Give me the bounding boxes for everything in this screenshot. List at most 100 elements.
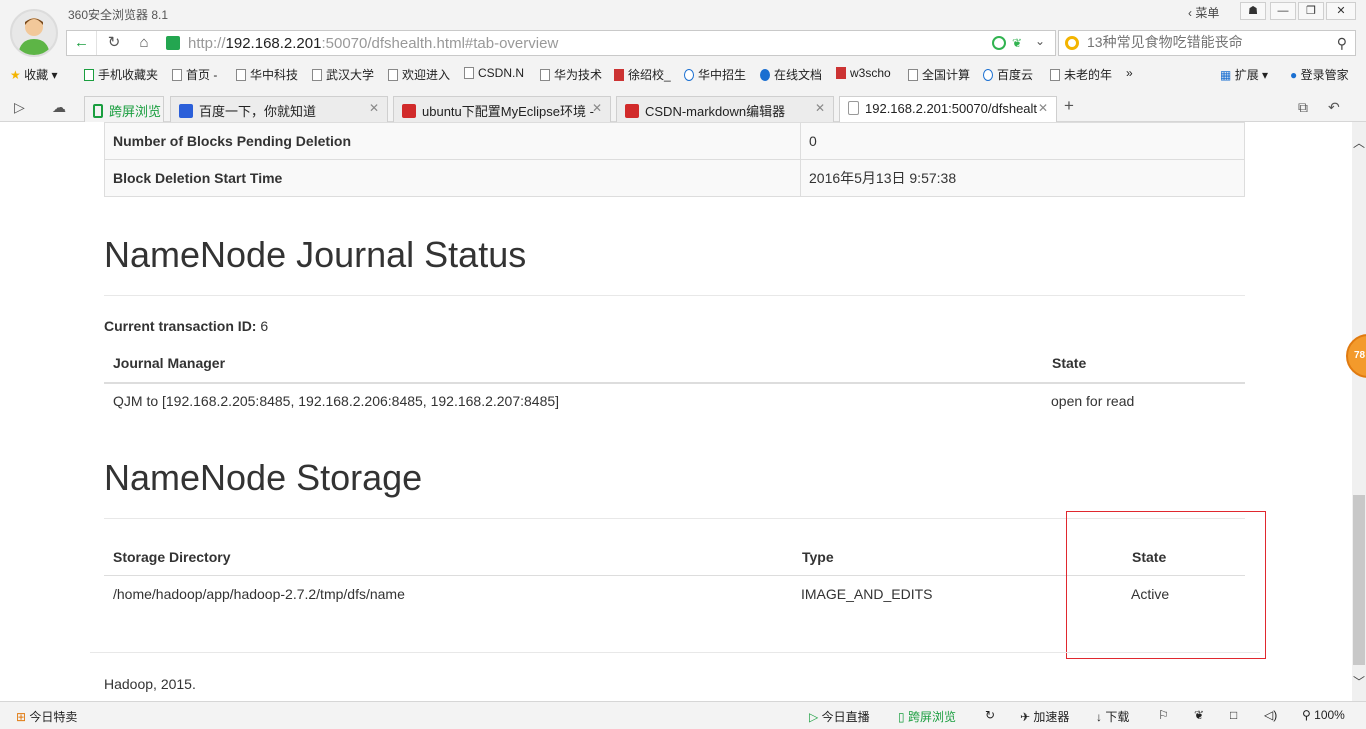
leaf-icon[interactable]: ❦	[1012, 36, 1026, 50]
shield-icon	[166, 36, 180, 50]
blocks-table-wrap: Number of Blocks Pending Deletion 0 Bloc…	[104, 122, 1245, 197]
close-tab-icon[interactable]: ✕	[369, 101, 379, 115]
bookmark-hust-tech[interactable]: 华中科技	[236, 66, 298, 83]
recycle-icon[interactable]	[992, 36, 1006, 50]
storage-type-header: Type	[802, 549, 834, 565]
bookmark-whu[interactable]: 武汉大学	[312, 66, 374, 83]
close-window-button[interactable]: ✕	[1326, 2, 1356, 20]
bookmark-baidu-cloud[interactable]: 百度云	[983, 66, 1033, 83]
phone-icon: ▯	[898, 710, 905, 724]
tab-csdn-markdown[interactable]: CSDN-markdown编辑器 ✕	[616, 96, 834, 122]
bookmark-home[interactable]: 首页 -	[172, 66, 217, 83]
storage-directory-header: Storage Directory	[113, 549, 231, 565]
bookmark-w3school[interactable]: w3scho	[836, 66, 891, 80]
table-row: Block Deletion Start Time 2016年5月13日 9:5…	[104, 159, 1245, 197]
table-header-divider	[104, 382, 1245, 384]
maximize-button[interactable]: ❐	[1298, 2, 1324, 20]
zoom-icon: ⚲	[1302, 708, 1311, 722]
home-icon[interactable]: ⌂	[129, 31, 159, 55]
page-icon	[848, 101, 859, 115]
browser-chrome: 360安全浏览器 8.1 ‹ 菜单 ☗ — ❐ ✕ ← ↻ ⌂ http://1…	[0, 0, 1366, 123]
scroll-up-icon[interactable]: ︿	[1352, 134, 1366, 151]
scroll-thumb[interactable]	[1353, 495, 1365, 665]
table-value: 2016年5月13日 9:57:38	[800, 159, 1245, 197]
speaker-icon[interactable]: ◁)	[1264, 708, 1277, 722]
address-row: ← ↻ ⌂ http://192.168.2.201:50070/dfsheal…	[66, 30, 1356, 56]
app-title: 360安全浏览器 8.1	[68, 8, 169, 22]
minimize-button[interactable]: —	[1270, 2, 1296, 20]
close-tab-icon[interactable]: ✕	[815, 101, 825, 115]
address-bar[interactable]: ← ↻ ⌂ http://192.168.2.201:50070/dfsheal…	[66, 30, 1056, 56]
flag-icon[interactable]: ⚐	[1158, 708, 1169, 722]
extensions-button[interactable]: ▦ 扩展 ▾	[1220, 66, 1268, 83]
title-bar: 360安全浏览器 8.1 ‹ 菜单 ☗ — ❐ ✕	[0, 0, 1366, 28]
bookmark-welcome[interactable]: 欢迎进入	[388, 66, 450, 83]
bookmark-favorites[interactable]: ★ 收藏 ▾	[10, 66, 57, 83]
skin-icon[interactable]: ☗	[1240, 2, 1266, 20]
leaf-icon[interactable]: ❦	[1194, 708, 1204, 722]
bookmark-mobile[interactable]: 手机收藏夹	[84, 66, 158, 83]
current-transaction-id: Current transaction ID: 6	[104, 318, 269, 334]
storage-heading: NameNode Storage	[104, 457, 423, 498]
search-icon[interactable]: ⚲	[1337, 35, 1347, 52]
scroll-down-icon[interactable]: ﹀	[1352, 673, 1366, 690]
tab-baidu[interactable]: 百度一下，你就知道 ✕	[170, 96, 388, 122]
journal-status-heading: NameNode Journal Status	[104, 234, 527, 275]
vertical-scrollbar[interactable]: ︿ ﹀	[1352, 122, 1366, 701]
cross-screen-button[interactable]: ▯ 跨屏浏览	[898, 708, 956, 725]
page-content: Number of Blocks Pending Deletion 0 Bloc…	[0, 122, 1352, 701]
bookmark-old-year[interactable]: 未老的年	[1050, 66, 1112, 83]
bookmark-national[interactable]: 全国计算	[908, 66, 970, 83]
menu-label: 菜单	[1195, 6, 1220, 20]
sidebar-toggle-icon[interactable]: ▷	[14, 99, 25, 116]
refresh-mode-icon[interactable]: ↻	[985, 708, 995, 722]
undo-close-icon[interactable]: ↶	[1328, 99, 1340, 116]
bookmark-online-docs[interactable]: 在线文档	[760, 66, 822, 83]
search-box[interactable]: ⚲	[1058, 30, 1356, 56]
download-icon: ↓	[1096, 710, 1102, 724]
search-input[interactable]	[1087, 34, 1317, 50]
journal-state-cell: open for read	[1051, 393, 1135, 409]
window-list-icon[interactable]: ⧉	[1298, 99, 1308, 116]
tab-dfshealth[interactable]: 192.168.2.201:50070/dfshealt ✕	[839, 96, 1057, 123]
phone-icon	[93, 104, 103, 118]
menu-button[interactable]: ‹ 菜单	[1188, 4, 1219, 21]
download-button[interactable]: ↓ 下载	[1096, 708, 1129, 725]
journal-state-header: State	[1052, 355, 1087, 371]
today-deals-button[interactable]: ⊞ 今日特卖	[16, 708, 77, 725]
more-bookmarks-icon[interactable]: »	[1126, 66, 1133, 80]
divider	[104, 295, 1245, 296]
accelerator-button[interactable]: ✈ 加速器	[1020, 708, 1069, 725]
close-tab-icon[interactable]: ✕	[1038, 101, 1048, 115]
window-icon[interactable]: □	[1230, 708, 1237, 722]
url-text[interactable]: http://192.168.2.201:50070/dfshealth.htm…	[188, 35, 558, 52]
login-manager-button[interactable]: ● 登录管家	[1290, 66, 1349, 83]
chevron-down-icon[interactable]: ⌄	[1035, 34, 1045, 48]
refresh-icon[interactable]: ↻	[99, 31, 129, 55]
bookmark-xu[interactable]: 徐绍校_	[614, 66, 671, 83]
bookmark-huawei[interactable]: 华为技术	[540, 66, 602, 83]
storage-type-cell: IMAGE_AND_EDITS	[801, 586, 933, 602]
page-footer: Hadoop, 2015.	[104, 676, 196, 692]
zoom-control[interactable]: ⚲ 100%	[1302, 708, 1345, 722]
user-icon: ●	[1290, 68, 1298, 82]
table-key: Number of Blocks Pending Deletion	[104, 122, 801, 160]
table-key: Block Deletion Start Time	[104, 159, 801, 197]
paw-icon	[179, 104, 193, 118]
table-value: 0	[800, 122, 1245, 160]
close-tab-icon[interactable]: ✕	[592, 101, 602, 115]
grid-icon: ▦	[1220, 68, 1232, 82]
user-avatar[interactable]	[10, 9, 58, 57]
cloud-icon[interactable]: ☁	[52, 99, 66, 116]
bookmark-hust-recruit[interactable]: 华中招生	[684, 66, 746, 83]
tab-ubuntu[interactable]: ubuntu下配置MyEclipse环境 - ✕	[393, 96, 611, 122]
status-bar: ⊞ 今日特卖 ▷ 今日直播 ▯ 跨屏浏览 ↻ ✈ 加速器 ↓ 下载 ⚐ ❦ □ …	[0, 701, 1366, 729]
bookmark-csdn[interactable]: CSDN.N	[464, 66, 524, 80]
blocks-table: Number of Blocks Pending Deletion 0 Bloc…	[104, 122, 1245, 197]
back-arrow-icon[interactable]: ←	[67, 31, 97, 55]
today-live-button[interactable]: ▷ 今日直播	[809, 708, 870, 725]
play-icon: ▷	[809, 710, 819, 724]
search-engine-icon[interactable]	[1065, 36, 1079, 50]
tab-cross-screen[interactable]: 跨屏浏览	[84, 96, 164, 122]
new-tab-button[interactable]: +	[1064, 96, 1074, 116]
